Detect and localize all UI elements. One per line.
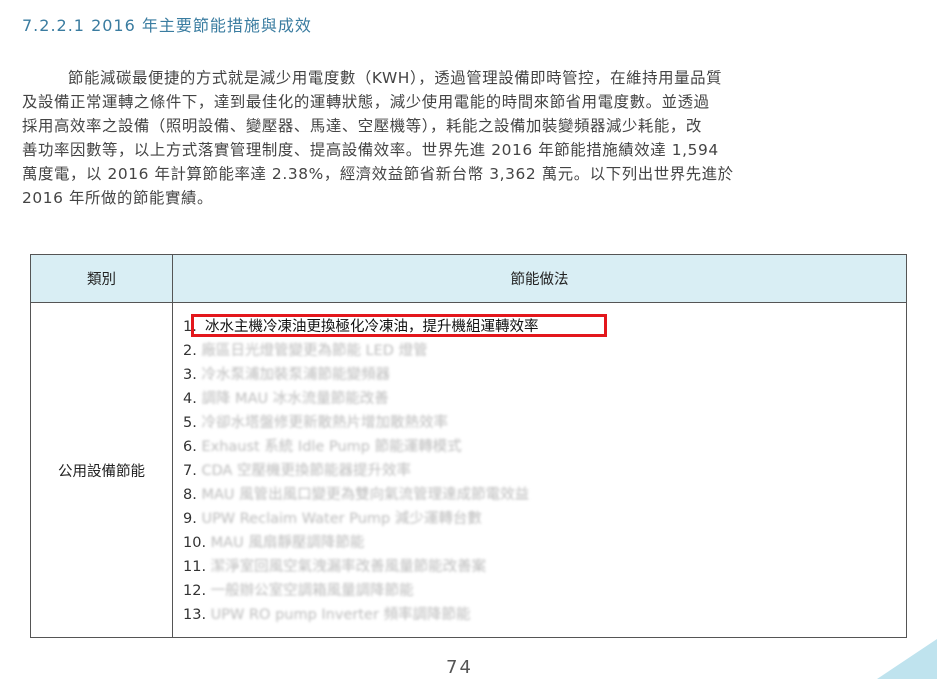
list-item: 5. 冷卻水塔盤修更新散熱片增加散熱效率: [183, 411, 906, 435]
energy-saving-table: 類別 節能做法 公用設備節能 1. 冰水主機冷凍油更換極化冷凍油，提升機組運轉效…: [30, 254, 907, 638]
item-text-blurred: 冷水泵浦加裝泵浦節能變頻器: [201, 367, 390, 383]
list-item: 13. UPW RO pump Inverter 頻率調降節能: [183, 603, 906, 627]
item-text-blurred: Exhaust 系統 Idle Pump 節能運轉模式: [201, 439, 462, 455]
item-text-blurred: CDA 空壓機更換節能器提升效率: [201, 463, 412, 479]
header-method: 節能做法: [172, 254, 907, 303]
item-text-blurred: 潔淨室回風空氣洩漏率改善風量節能改善案: [210, 559, 487, 575]
list-item: 3. 冷水泵浦加裝泵浦節能變頻器: [183, 363, 906, 387]
paragraph-line: 善功率因數等，以上方式落實管理制度、提高設備效率。世界先進 2016 年節能措施…: [22, 141, 719, 159]
item-number: 10.: [183, 535, 207, 551]
item-number: 13.: [183, 607, 207, 623]
list-item: 4. 調降 MAU 冰水流量節能改善: [183, 387, 906, 411]
list-item: 2. 廠區日光燈管變更為節能 LED 燈管: [183, 339, 906, 363]
section-heading: 7.2.2.1 2016 年主要節能措施與成效: [22, 16, 312, 35]
item-number: 9.: [183, 511, 197, 527]
category-cell: 公用設備節能: [30, 302, 173, 638]
table-row: 公用設備節能 1. 冰水主機冷凍油更換極化冷凍油，提升機組運轉效率 2. 廠區日…: [30, 302, 907, 638]
page-number: 74: [446, 657, 473, 678]
list-item: 9. UPW Reclaim Water Pump 減少運轉台數: [183, 507, 906, 531]
item-number: 5.: [183, 415, 197, 431]
measures-list: 1. 冰水主機冷凍油更換極化冷凍油，提升機組運轉效率 2. 廠區日光燈管變更為節…: [172, 302, 907, 638]
item-number: 11.: [183, 559, 207, 575]
item-text-blurred: 廠區日光燈管變更為節能 LED 燈管: [201, 343, 428, 359]
item-number: 4.: [183, 391, 197, 407]
item-text-blurred: 調降 MAU 冰水流量節能改善: [201, 391, 389, 407]
item-text-blurred: MAU 風扇靜壓調降節能: [210, 535, 365, 551]
item-text-blurred: 一般辦公室空調箱風量調降節能: [210, 583, 414, 599]
list-item: 8. MAU 風管出風口變更為雙向氣流管理達成節電效益: [183, 483, 906, 507]
item-number: 8.: [183, 487, 197, 503]
corner-decoration: [877, 639, 937, 679]
intro-paragraph: 節能減碳最便捷的方式就是減少用電度數（KWH），透過管理設備即時管控，在維持用量…: [22, 66, 904, 210]
item-text-blurred: UPW RO pump Inverter 頻率調降節能: [210, 607, 471, 623]
list-item: 10. MAU 風扇靜壓調降節能: [183, 531, 906, 555]
item-text-blurred: 冷卻水塔盤修更新散熱片增加散熱效率: [201, 415, 448, 431]
item-number: 6.: [183, 439, 197, 455]
list-item: 11. 潔淨室回風空氣洩漏率改善風量節能改善案: [183, 555, 906, 579]
list-item-highlighted: 1. 冰水主機冷凍油更換極化冷凍油，提升機組運轉效率: [183, 314, 906, 339]
paragraph-line: 萬度電，以 2016 年計算節能率達 2.38%，經濟效益節省新台幣 3,362…: [22, 165, 734, 183]
header-category: 類別: [30, 254, 173, 303]
table-header-row: 類別 節能做法: [30, 254, 907, 303]
list-item: 6. Exhaust 系統 Idle Pump 節能運轉模式: [183, 435, 906, 459]
paragraph-line: 及設備正常運轉之條件下，達到最佳化的運轉狀態，減少使用電能的時間來節省用電度數。…: [22, 93, 710, 111]
item-number: 2.: [183, 343, 197, 359]
item-number: 12.: [183, 583, 207, 599]
paragraph-line: 採用高效率之設備（照明設備、變壓器、馬達、空壓機等），耗能之設備加裝變頻器減少耗…: [22, 117, 702, 135]
list-item: 12. 一般辦公室空調箱風量調降節能: [183, 579, 906, 603]
list-item: 7. CDA 空壓機更換節能器提升效率: [183, 459, 906, 483]
item-number: 7.: [183, 463, 197, 479]
item-text: 冰水主機冷凍油更換極化冷凍油，提升機組運轉效率: [205, 319, 539, 335]
paragraph-line: 2016 年所做的節能實績。: [22, 189, 213, 207]
paragraph-line: 節能減碳最便捷的方式就是減少用電度數（KWH），透過管理設備即時管控，在維持用量…: [68, 69, 723, 87]
item-number: 3.: [183, 367, 197, 383]
item-text-blurred: UPW Reclaim Water Pump 減少運轉台數: [201, 511, 482, 527]
item-text-blurred: MAU 風管出風口變更為雙向氣流管理達成節電效益: [201, 487, 530, 503]
